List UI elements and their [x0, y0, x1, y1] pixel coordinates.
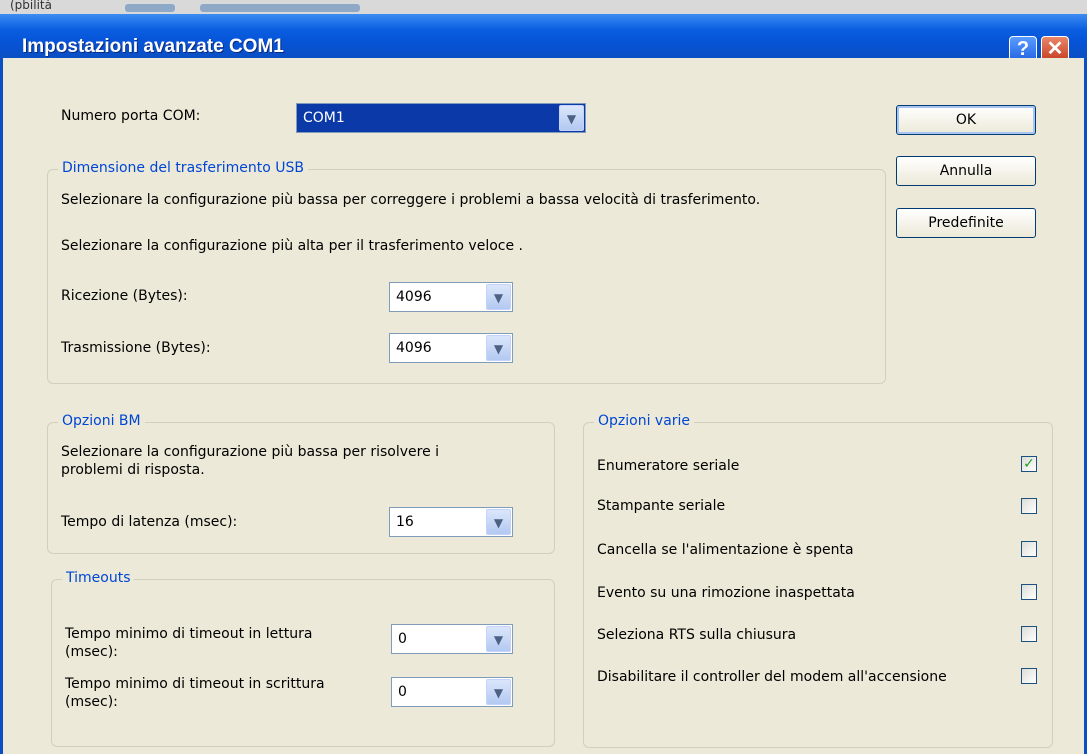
latency-value: 16	[396, 514, 414, 530]
defaults-button[interactable]: Predefinite	[896, 208, 1036, 238]
option-label: Seleziona RTS sulla chiusura	[597, 627, 797, 643]
close-icon: ✕	[1046, 38, 1064, 60]
window-title: Impostazioni avanzate COM1	[22, 36, 284, 57]
check-icon: ✓	[1023, 456, 1035, 472]
title-bar[interactable]: Impostazioni avanzate COM1 ? ✕	[0, 14, 1087, 64]
option-label: Cancella se l'alimentazione è spenta	[597, 542, 854, 558]
serial-enumerator-checkbox[interactable]: ✓	[1021, 456, 1037, 472]
help-icon: ?	[1016, 38, 1030, 60]
background-decoration	[200, 4, 360, 12]
serial-printer-checkbox[interactable]	[1021, 498, 1037, 514]
write-timeout-label-line2: (msec):	[65, 694, 118, 710]
background-decoration	[125, 4, 175, 12]
set-rts-on-close-checkbox[interactable]	[1021, 626, 1037, 642]
latency-label: Tempo di latenza (msec):	[61, 514, 238, 530]
latency-select[interactable]: 16 ▼	[389, 507, 513, 537]
usb-hint-high: Selezionare la configurazione più alta p…	[61, 238, 523, 254]
com-port-label: Numero porta COM:	[61, 108, 201, 124]
chevron-down-icon[interactable]: ▼	[486, 335, 511, 361]
background-window-text: (pbilità	[10, 0, 52, 12]
misc-group-title: Opzioni varie	[594, 413, 695, 429]
write-timeout-label-line1: Tempo minimo di timeout in scrittura	[65, 676, 325, 692]
com-port-value: COM1	[303, 110, 345, 126]
ok-button[interactable]: OK	[896, 105, 1036, 135]
receive-label: Ricezione (Bytes):	[61, 288, 188, 304]
option-label: Enumeratore seriale	[597, 458, 740, 474]
chevron-down-icon[interactable]: ▼	[486, 284, 511, 310]
bm-hint-line1: Selezionare la configurazione più bassa …	[61, 444, 440, 460]
dialog-body: Numero porta COM: COM1 ▼ OK Annulla Pred…	[0, 58, 1087, 754]
write-timeout-select[interactable]: 0 ▼	[391, 677, 513, 707]
surprise-removal-event-checkbox[interactable]	[1021, 584, 1037, 600]
option-label: Disabilitare il controller del modem all…	[597, 669, 947, 685]
chevron-down-icon[interactable]: ▼	[559, 105, 584, 131]
cancel-if-power-off-checkbox[interactable]	[1021, 541, 1037, 557]
chevron-down-icon[interactable]: ▼	[486, 626, 511, 652]
timeouts-group-title: Timeouts	[62, 570, 135, 586]
read-timeout-select[interactable]: 0 ▼	[391, 624, 513, 654]
bm-group-title: Opzioni BM	[58, 413, 145, 429]
usb-hint-low: Selezionare la configurazione più bassa …	[61, 192, 761, 208]
transmit-value: 4096	[396, 340, 432, 356]
read-timeout-value: 0	[398, 631, 407, 647]
chevron-down-icon[interactable]: ▼	[486, 509, 511, 535]
cancel-button[interactable]: Annulla	[896, 156, 1036, 186]
read-timeout-label-line2: (msec):	[65, 644, 118, 660]
option-label: Evento su una rimozione inaspettata	[597, 585, 855, 601]
chevron-down-icon[interactable]: ▼	[486, 679, 511, 705]
disable-modem-ctrl-checkbox[interactable]	[1021, 668, 1037, 684]
transmit-label: Trasmissione (Bytes):	[61, 340, 211, 356]
bm-hint-line2: problemi di risposta.	[61, 462, 205, 478]
receive-select[interactable]: 4096 ▼	[389, 282, 513, 312]
usb-group-title: Dimensione del trasferimento USB	[58, 160, 308, 176]
timeouts-group: Timeouts	[51, 570, 555, 747]
transmit-select[interactable]: 4096 ▼	[389, 333, 513, 363]
read-timeout-label-line1: Tempo minimo di timeout in lettura	[65, 626, 313, 642]
receive-value: 4096	[396, 289, 432, 305]
option-label: Stampante seriale	[597, 498, 726, 514]
com-port-select[interactable]: COM1 ▼	[296, 103, 586, 133]
write-timeout-value: 0	[398, 684, 407, 700]
